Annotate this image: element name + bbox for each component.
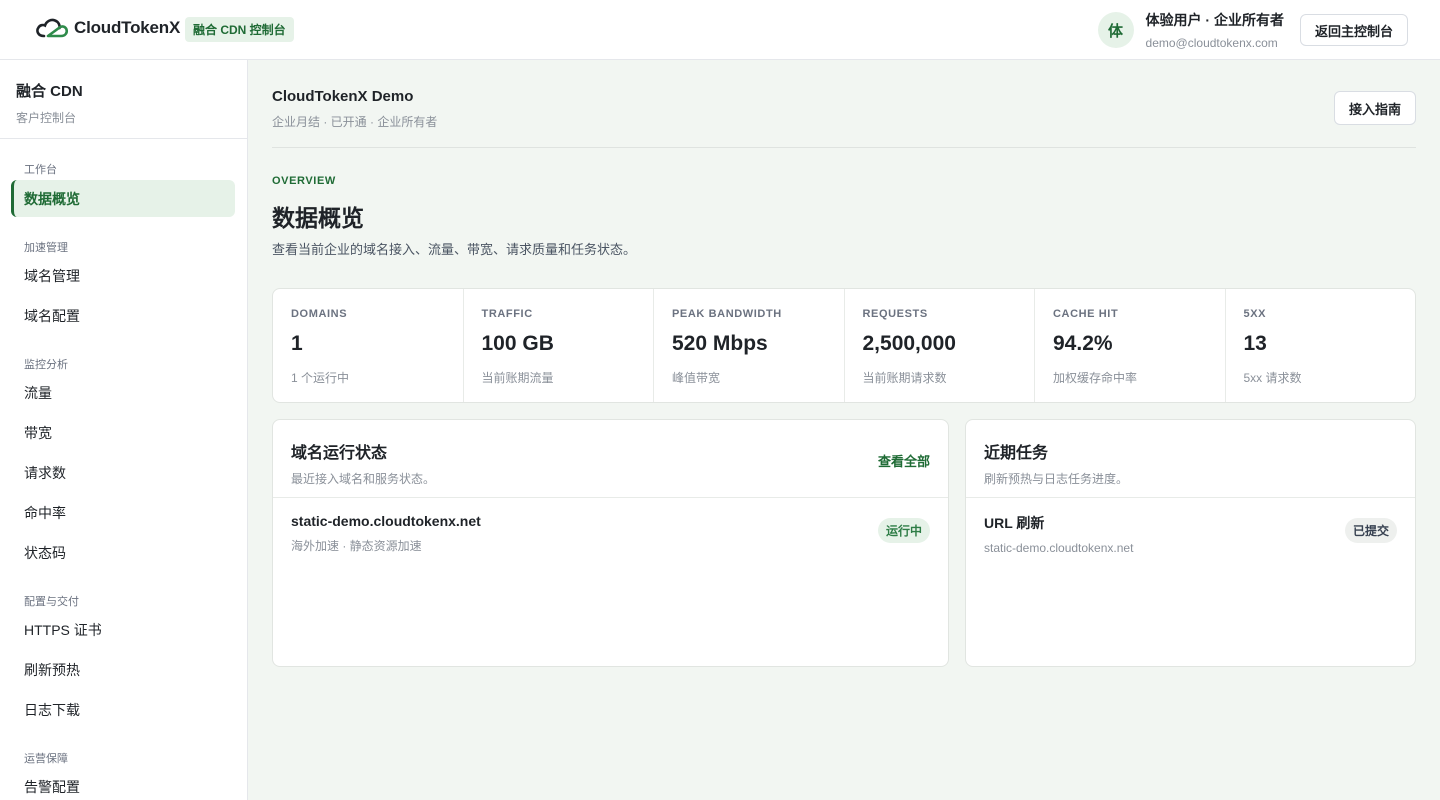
sidebar-section-monitoring: 监控分析: [24, 359, 68, 371]
stat-value: 100 GB: [481, 332, 554, 355]
sidebar-item-log-download[interactable]: 日志下载: [11, 691, 235, 728]
sidebar-item-alert-config[interactable]: 告警配置: [11, 768, 235, 800]
sidebar-item-hit-rate[interactable]: 命中率: [11, 494, 235, 531]
list-item[interactable]: static-demo.cloudtokenx.net 海外加速 · 静态资源加…: [273, 498, 948, 558]
stat-label: DOMAINS: [291, 308, 348, 320]
sidebar-item-domain-config[interactable]: 域名配置: [11, 297, 235, 334]
top-bar: CloudTokenX 融合 CDN 控制台 体 体验用户 · 企业所有者 de…: [0, 0, 1440, 60]
user-email: demo@cloudtokenx.com: [1145, 36, 1278, 50]
stat-label: TRAFFIC: [481, 308, 533, 320]
header-divider: [272, 147, 1416, 148]
overview-eyebrow: OVERVIEW: [272, 175, 336, 187]
card-header: 近期任务 刷新预热与日志任务进度。: [966, 420, 1415, 498]
brand-name: CloudTokenX: [74, 18, 181, 37]
status-badge: 已提交: [1344, 518, 1397, 543]
card-subtitle: 刷新预热与日志任务进度。: [984, 472, 1129, 486]
stat-value: 13: [1243, 332, 1267, 355]
back-to-main-console-button[interactable]: 返回主控制台: [1299, 14, 1408, 46]
stat-label: REQUESTS: [862, 308, 928, 320]
sidebar-item-requests[interactable]: 请求数: [11, 454, 235, 491]
card-title: 域名运行状态: [291, 445, 388, 462]
stat-domains: DOMAINS 1 1 个运行中: [273, 289, 464, 402]
sidebar: 融合 CDN 客户控制台 工作台 数据概览 加速管理 域名管理 域名配置 监控分…: [0, 60, 248, 800]
stat-traffic: TRAFFIC 100 GB 当前账期流量: [464, 289, 654, 402]
stat-note: 5xx 请求数: [1243, 371, 1302, 385]
stat-value: 2,500,000: [862, 332, 956, 355]
sidebar-item-https-certs[interactable]: HTTPS 证书: [11, 611, 235, 648]
stat-value: 94.2%: [1053, 332, 1113, 355]
domain-status-card: 域名运行状态 最近接入域名和服务状态。 查看全部 static-demo.clo…: [272, 419, 949, 667]
sidebar-section-workbench: 工作台: [24, 164, 57, 176]
main-content: CloudTokenX Demo 企业月结 · 已开通 · 企业所有者 接入指南…: [248, 60, 1440, 800]
stat-note: 当前账期流量: [481, 371, 554, 385]
sidebar-subtitle: 客户控制台: [16, 111, 77, 125]
brand-logo[interactable]: CloudTokenX: [34, 14, 180, 42]
sidebar-title: 融合 CDN: [16, 83, 83, 100]
sidebar-item-refresh-prefetch[interactable]: 刷新预热: [11, 651, 235, 688]
stat-label: CACHE HIT: [1053, 308, 1119, 320]
console-badge: 融合 CDN 控制台: [185, 17, 294, 42]
task-name: URL 刷新: [984, 515, 1045, 531]
avatar[interactable]: 体: [1097, 12, 1134, 48]
page-description: 查看当前企业的域名接入、流量、带宽、请求质量和任务状态。: [272, 242, 637, 257]
sidebar-section-operations: 运营保障: [24, 753, 68, 765]
user-name: 体验用户 · 企业所有者: [1145, 12, 1284, 28]
sidebar-section-acceleration: 加速管理: [24, 242, 68, 254]
stats-panel: DOMAINS 1 1 个运行中 TRAFFIC 100 GB 当前账期流量 P…: [272, 288, 1416, 403]
stat-note: 当前账期请求数: [862, 371, 947, 385]
view-all-link[interactable]: 查看全部: [878, 451, 930, 470]
stat-value: 520 Mbps: [672, 332, 768, 355]
task-meta: static-demo.cloudtokenx.net: [984, 541, 1134, 555]
stat-value: 1: [291, 332, 303, 355]
stat-cache-hit: CACHE HIT 94.2% 加权缓存命中率: [1035, 289, 1226, 402]
stat-label: PEAK BANDWIDTH: [672, 308, 782, 320]
status-badge: 运行中: [877, 518, 930, 543]
sidebar-section-delivery: 配置与交付: [24, 596, 79, 608]
stat-note: 峰值带宽: [672, 371, 721, 385]
stat-note: 1 个运行中: [291, 371, 350, 385]
card-subtitle: 最近接入域名和服务状态。: [291, 472, 436, 486]
sidebar-header: 融合 CDN 客户控制台: [0, 60, 247, 139]
user-info: 体验用户 · 企业所有者 demo@cloudtokenx.com: [1146, 10, 1284, 50]
account-info: CloudTokenX Demo 企业月结 · 已开通 · 企业所有者: [272, 88, 437, 130]
recent-tasks-card: 近期任务 刷新预热与日志任务进度。 URL 刷新 static-demo.clo…: [965, 419, 1416, 667]
stat-note: 加权缓存命中率: [1053, 371, 1138, 385]
card-title: 近期任务: [984, 445, 1049, 462]
stat-5xx: 5XX 13 5xx 请求数: [1226, 289, 1416, 402]
stat-label: 5XX: [1243, 308, 1267, 320]
stat-peak-bandwidth: PEAK BANDWIDTH 520 Mbps 峰值带宽: [654, 289, 845, 402]
sidebar-item-status-codes[interactable]: 状态码: [11, 534, 235, 571]
user-area: 体 体验用户 · 企业所有者 demo@cloudtokenx.com 返回主控…: [1097, 0, 1408, 60]
card-header: 域名运行状态 最近接入域名和服务状态。 查看全部: [273, 420, 948, 498]
page-title: 数据概览: [272, 205, 364, 231]
cloud-logo-icon: [36, 18, 69, 38]
sidebar-item-domain-management[interactable]: 域名管理: [11, 257, 235, 294]
sidebar-item-overview[interactable]: 数据概览: [11, 180, 235, 217]
list-item[interactable]: URL 刷新 static-demo.cloudtokenx.net 已提交: [966, 498, 1415, 558]
account-name: CloudTokenX Demo: [272, 88, 414, 105]
integration-guide-button[interactable]: 接入指南: [1333, 91, 1416, 125]
sidebar-item-bandwidth[interactable]: 带宽: [11, 414, 235, 451]
stat-requests: REQUESTS 2,500,000 当前账期请求数: [845, 289, 1035, 402]
sidebar-item-traffic[interactable]: 流量: [11, 374, 235, 411]
account-meta: 企业月结 · 已开通 · 企业所有者: [272, 115, 438, 129]
domain-meta: 海外加速 · 静态资源加速: [291, 539, 422, 553]
domain-name: static-demo.cloudtokenx.net: [291, 513, 481, 529]
